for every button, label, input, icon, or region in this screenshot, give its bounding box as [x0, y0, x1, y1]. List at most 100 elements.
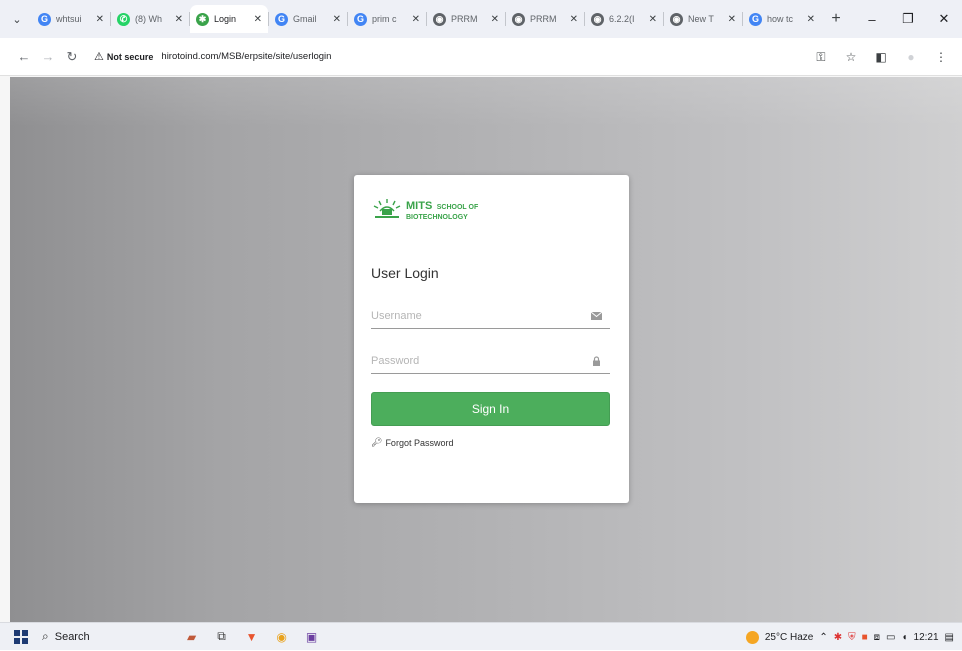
- browser-tab[interactable]: Ghow tc ✕: [743, 5, 821, 33]
- display-icon[interactable]: ▭: [886, 632, 895, 643]
- weather-icon: [745, 630, 759, 644]
- globe-icon: ◉: [512, 12, 525, 26]
- network-icon[interactable]: ⧈: [874, 632, 880, 643]
- profile-icon[interactable]: ●: [896, 50, 926, 64]
- back-icon[interactable]: ←: [12, 49, 36, 64]
- tab-close-icon[interactable]: ✕: [412, 14, 420, 25]
- brand-mits: MITS: [406, 200, 433, 212]
- forward-icon[interactable]: →: [36, 49, 60, 64]
- tab-title: PRRM: [530, 14, 557, 24]
- tab-title: how tc: [767, 14, 794, 24]
- tray-office-icon[interactable]: ■: [862, 632, 868, 643]
- mits-logo-icon: ✱: [196, 12, 209, 26]
- tab-close-icon[interactable]: ✕: [96, 14, 104, 25]
- not-secure-label: Not secure: [106, 51, 154, 62]
- tab-strip: ⌄ Gwhtsui ✕ ✆ (8) Wh ✕ ✱ Login ✕ G Gmail ✕ Gprim c ✕…: [0, 0, 962, 38]
- google-icon: G: [354, 12, 367, 26]
- tab-title: whtsui: [56, 14, 82, 24]
- browser-tab[interactable]: ◉ PRRM ✕: [427, 5, 505, 33]
- minimize-icon[interactable]: –: [854, 12, 890, 27]
- forgot-password-label[interactable]: Forgot Password: [385, 438, 453, 448]
- globe-icon: ◉: [591, 12, 604, 26]
- reload-icon[interactable]: ↻: [60, 49, 84, 65]
- windows-start-icon[interactable]: [14, 629, 28, 644]
- browser-tab[interactable]: ◉ New T ✕: [664, 5, 742, 33]
- tab-close-icon[interactable]: ✕: [491, 14, 499, 25]
- tab-title: Login: [214, 14, 237, 24]
- whatsapp-icon: ✆: [117, 12, 130, 26]
- weather-text[interactable]: 25°C Haze: [765, 632, 813, 643]
- globe-icon: ◉: [433, 12, 446, 26]
- key-icon[interactable]: ⚿: [806, 50, 836, 65]
- restore-icon[interactable]: ❐: [890, 11, 926, 27]
- taskbar-search[interactable]: ⌕ Search: [42, 629, 90, 644]
- tab-close-icon[interactable]: ✕: [333, 14, 341, 25]
- tray-app-icon[interactable]: ✱: [834, 632, 842, 643]
- side-panel-icon[interactable]: ◧: [866, 50, 896, 64]
- widget-icon[interactable]: ▰: [180, 628, 204, 646]
- bookmark-star-icon[interactable]: ☆: [836, 50, 866, 64]
- tab-close-icon[interactable]: ✕: [254, 14, 262, 25]
- username-input[interactable]: [371, 305, 581, 327]
- mits-emblem-icon: [373, 199, 401, 218]
- key-icon: 🔑︎: [371, 437, 383, 447]
- tab-title: Gmail: [293, 14, 317, 24]
- browser-tab[interactable]: ◉ 6.2.2(I ✕: [585, 5, 663, 33]
- brand-school: SCHOOL OF: [436, 204, 479, 211]
- task-view-icon[interactable]: ⧉: [210, 628, 234, 646]
- google-icon: G: [275, 12, 288, 26]
- shield-icon[interactable]: ⛨: [848, 632, 856, 643]
- tab-title: 6.2.2(I: [609, 14, 635, 24]
- google-icon: G: [38, 12, 51, 26]
- screen: ⌄ Gwhtsui ✕ ✆ (8) Wh ✕ ✱ Login ✕ G Gmail ✕ Gprim c ✕…: [0, 0, 962, 650]
- window-controls: – ❐ ✕: [854, 0, 962, 38]
- username-field: [371, 305, 610, 329]
- chrome-icon: ◉: [670, 12, 683, 26]
- browser-tab[interactable]: Gwhtsui ✕: [32, 5, 110, 33]
- tab-close-icon[interactable]: ✕: [175, 14, 183, 25]
- browser-toolbar: ← → ↻ ⚠ Not secure hirotoind.com/MSB/erp…: [0, 38, 962, 76]
- url-text[interactable]: hirotoind.com/MSB/erpsite/site/userlogin: [161, 51, 331, 62]
- page-title: User Login: [371, 265, 439, 281]
- tray-chevron-icon[interactable]: ⌃: [819, 632, 827, 643]
- sign-in-button[interactable]: Sign In: [371, 392, 610, 426]
- tab-close-icon[interactable]: ✕: [728, 14, 736, 25]
- tab-list: Gwhtsui ✕ ✆ (8) Wh ✕ ✱ Login ✕ G Gmail ✕ Gprim c ✕ ◉ P…: [32, 5, 821, 33]
- menu-icon[interactable]: ⋮: [926, 50, 956, 64]
- volume-icon[interactable]: ◖: [901, 632, 907, 643]
- toolbar-actions: ⚿ ☆ ◧ ● ⋮: [806, 38, 956, 76]
- login-card: MITS SCHOOL OF BIOTECHNOLOGY User Login: [354, 175, 629, 503]
- taskbar-apps: ▰ ⧉ ▼ ◉ ▣: [180, 628, 330, 646]
- school-logo: MITS SCHOOL OF BIOTECHNOLOGY: [371, 197, 478, 221]
- password-input[interactable]: [371, 350, 581, 372]
- lock-icon: [593, 356, 600, 366]
- tab-search-chevron-icon[interactable]: ⌄: [6, 13, 28, 26]
- brave-browser-icon[interactable]: ▼: [240, 628, 264, 646]
- app-icon[interactable]: ▣: [300, 628, 324, 646]
- clock-time[interactable]: 12:21: [914, 632, 939, 643]
- taskbar: ⌕ Search ▰ ⧉ ▼ ◉ ▣ 25°C Haze ⌃ ✱ ⛨ ■ ⧈ ▭…: [0, 622, 962, 650]
- new-tab-button[interactable]: +: [825, 10, 847, 28]
- search-label: Search: [54, 630, 90, 643]
- browser-tab[interactable]: G Gmail ✕: [269, 5, 347, 33]
- forgot-password-link[interactable]: 🔑︎ Forgot Password: [371, 437, 453, 448]
- tab-title: New T: [688, 14, 714, 24]
- system-tray: 25°C Haze ⌃ ✱ ⛨ ■ ⧈ ▭ ◖ 12:21 ▤: [740, 623, 954, 651]
- browser-tab[interactable]: ✱ Login ✕: [190, 5, 268, 33]
- chrome-icon[interactable]: ◉: [270, 628, 294, 646]
- address-bar[interactable]: ⚠ Not secure hirotoind.com/MSB/erpsite/s…: [94, 50, 331, 63]
- tab-close-icon[interactable]: ✕: [570, 14, 578, 25]
- tab-close-icon[interactable]: ✕: [649, 14, 657, 25]
- tab-close-icon[interactable]: ✕: [807, 14, 815, 25]
- browser-tab[interactable]: ✆ (8) Wh ✕: [111, 5, 189, 33]
- warning-icon: ⚠: [94, 51, 104, 63]
- browser-tab[interactable]: Gprim c ✕: [348, 5, 426, 33]
- password-field: [371, 350, 610, 374]
- google-icon: G: [749, 12, 762, 26]
- browser-tab[interactable]: ◉ PRRM ✕: [506, 5, 584, 33]
- tab-title: PRRM: [451, 14, 478, 24]
- close-icon[interactable]: ✕: [926, 11, 962, 27]
- notification-icon[interactable]: ▤: [945, 632, 954, 643]
- tab-title: (8) Wh: [135, 14, 162, 24]
- page-background: MITS SCHOOL OF BIOTECHNOLOGY User Login: [10, 77, 962, 622]
